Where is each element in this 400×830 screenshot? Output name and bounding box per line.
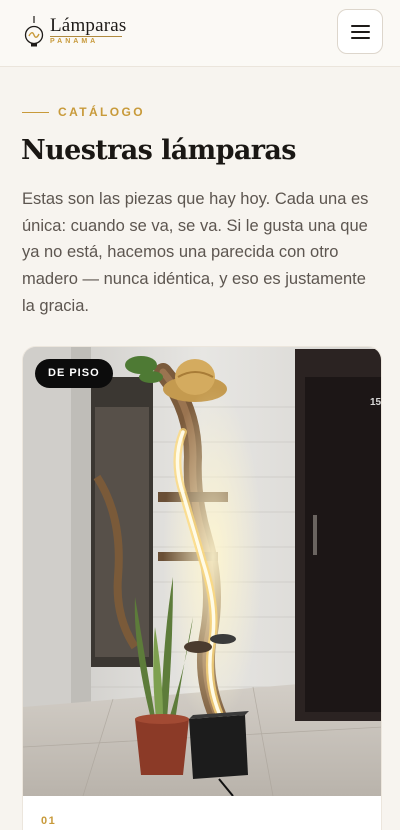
brand-subtitle: PANAMA xyxy=(50,38,99,45)
hamburger-icon-line xyxy=(351,31,370,33)
product-photo: 150 xyxy=(23,347,382,796)
brand-logo[interactable]: Lámparas PANAMA xyxy=(22,14,142,54)
site-header: Lámparas PANAMA xyxy=(0,0,400,67)
menu-button[interactable] xyxy=(337,9,383,54)
hamburger-icon xyxy=(351,25,370,27)
door-number-text: 150 xyxy=(370,397,382,408)
intro-text: Estas son las piezas que hay hoy. Cada u… xyxy=(22,190,369,315)
bulb-icon xyxy=(24,16,44,47)
eyebrow-label: CATÁLOGO xyxy=(58,105,145,119)
brand-divider xyxy=(50,36,122,37)
eyebrow-rule xyxy=(22,111,49,113)
brand-name: Lámparas xyxy=(50,15,127,36)
section-eyebrow: CATÁLOGO xyxy=(22,105,145,119)
category-badge: DE PISO xyxy=(35,359,113,388)
product-card[interactable]: 150 xyxy=(22,346,382,830)
card-number: 01 xyxy=(41,815,57,827)
hamburger-icon-line xyxy=(351,37,370,39)
page-title: Nuestras lámparas xyxy=(21,135,297,166)
